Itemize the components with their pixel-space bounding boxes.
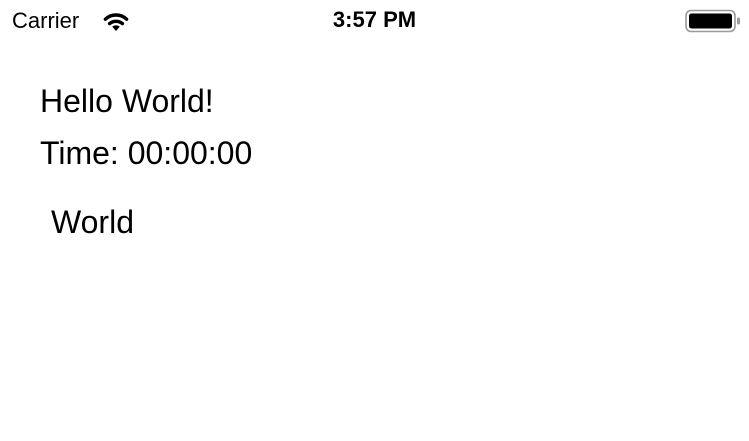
battery-icon (685, 9, 740, 33)
greeting-label: Hello World! (40, 83, 214, 119)
world-label: World (51, 204, 134, 240)
status-bar: Carrier 3:57 PM (0, 0, 749, 40)
status-time: 3:57 PM (332, 7, 417, 32)
timer-label: Time: 00:00:00 (40, 135, 253, 171)
